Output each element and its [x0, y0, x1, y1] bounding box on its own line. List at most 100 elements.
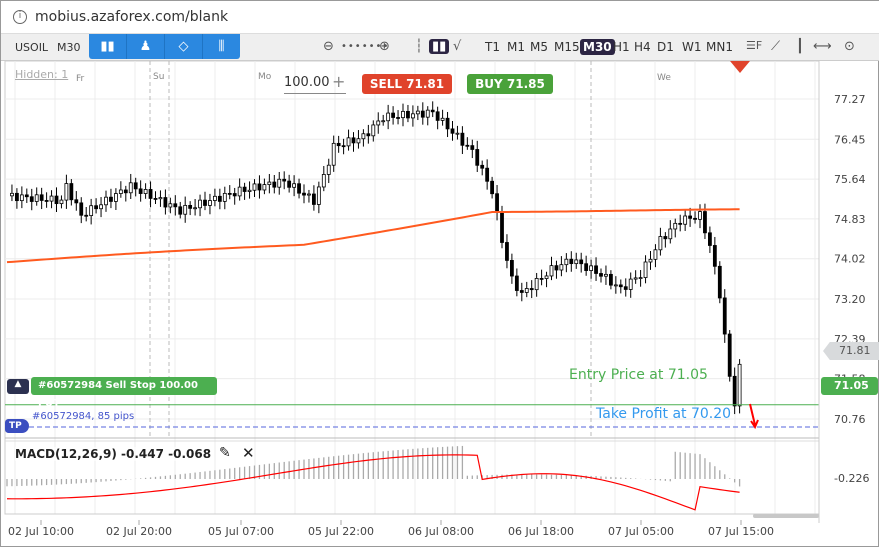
zoom-in-icon[interactable]: ⊕ — [379, 39, 390, 54]
symbol-selector[interactable]: USOIL — [15, 41, 48, 54]
candle-body — [712, 245, 717, 267]
candle-body — [222, 192, 227, 202]
price-tick: 75.64 — [834, 173, 866, 186]
buy-button[interactable]: BUY 71.85 — [467, 74, 553, 94]
candle-body — [569, 258, 574, 265]
day-label: Fr — [76, 74, 85, 84]
candle-body — [14, 192, 19, 202]
candle-body — [678, 222, 683, 225]
candle-body — [415, 110, 420, 115]
hidden-orders-link[interactable]: Hidden: 1 — [15, 68, 68, 81]
candle-body — [351, 137, 356, 144]
timeframe-m1[interactable]: M1 — [504, 39, 528, 55]
candle-body — [173, 203, 178, 208]
timeframe-h4[interactable]: H4 — [631, 39, 654, 55]
vertical-line-icon[interactable]: ┃ — [796, 39, 804, 54]
sell-button[interactable]: SELL 71.81 — [362, 74, 452, 94]
candle-body — [549, 265, 554, 277]
drawing-icon[interactable]: ◇ — [165, 34, 203, 59]
order-label[interactable]: #60572984 Sell Stop 100.00 FUT — [31, 377, 217, 409]
zoom-out-icon[interactable]: ⊖ — [323, 39, 334, 54]
timeframe-d1[interactable]: D1 — [654, 39, 677, 55]
candle-body — [247, 189, 252, 192]
candle-body — [683, 215, 688, 225]
candle-body — [29, 196, 34, 202]
tp-badge[interactable]: TP — [5, 419, 29, 433]
day-label: Su — [153, 72, 165, 82]
increase-lot-icon[interactable]: + — [332, 72, 345, 91]
candle-body — [99, 204, 103, 210]
horizontal-scrollbar[interactable] — [753, 514, 819, 518]
timeframe-m5[interactable]: M5 — [527, 39, 551, 55]
candle-body — [643, 261, 648, 278]
candle-body — [297, 183, 301, 194]
candle-body — [638, 277, 643, 279]
price-chart[interactable]: 77.2776.4575.6474.8374.0273.2072.3971.58… — [1, 61, 879, 548]
timeframe-w1[interactable]: W1 — [679, 39, 705, 55]
candle-body — [123, 189, 128, 194]
more-dropdown-icon[interactable]: ⊙ — [844, 39, 855, 54]
candle-body — [163, 197, 168, 208]
fibonacci-icon[interactable]: ☰F — [746, 39, 762, 52]
period-selector[interactable]: M30 — [57, 41, 81, 54]
candle-body — [24, 194, 29, 198]
studies-icon[interactable]: ⫼ — [203, 34, 240, 59]
address-bar[interactable]: i mobius.azaforex.com/blank — [1, 1, 879, 34]
candle-body — [698, 211, 702, 220]
candle-body — [514, 275, 519, 291]
indicator-icon[interactable]: ♟ — [127, 34, 165, 59]
candle-body — [564, 258, 569, 266]
horizontal-line-icon[interactable]: ⟷ — [813, 39, 832, 54]
candle-body — [445, 117, 450, 130]
timeframe-mn1[interactable]: MN1 — [703, 39, 736, 55]
candle-body — [703, 211, 707, 234]
candle-body — [109, 196, 113, 202]
candle-body — [59, 199, 64, 205]
candle-body — [326, 164, 331, 175]
candle-body — [10, 192, 14, 197]
candle-body — [470, 145, 475, 150]
trendline-icon[interactable]: ⟋ — [771, 39, 780, 54]
edit-indicator-icon[interactable]: ✎ — [219, 445, 231, 461]
candle-chart-icon[interactable]: ▮▮ — [429, 39, 450, 54]
candle-body — [658, 236, 663, 251]
candle-body — [495, 193, 499, 212]
take-profit-text: Take Profit at 70.20 — [596, 406, 732, 422]
timeframe-m15[interactable]: M15 — [551, 39, 583, 55]
timeframe-h1[interactable]: H1 — [610, 39, 633, 55]
candle-body — [425, 109, 430, 118]
tp-order-label: #60572984, 85 pips — [32, 411, 135, 422]
candle-body — [118, 189, 123, 194]
candle-body — [356, 138, 361, 144]
url-text: mobius.azaforex.com/blank — [35, 9, 229, 25]
candle-body — [331, 142, 336, 166]
candle-body — [366, 133, 371, 137]
timeframe-t1[interactable]: T1 — [482, 39, 503, 55]
candle-body — [509, 260, 514, 277]
candle-body — [663, 236, 668, 240]
candle-body — [599, 273, 603, 277]
candle-body — [717, 265, 722, 299]
candle-body — [307, 193, 311, 196]
line-chart-icon[interactable]: √ — [453, 39, 461, 54]
candle-body — [435, 111, 440, 121]
candle-body — [524, 288, 529, 293]
candle-body — [143, 189, 148, 194]
candle-body — [114, 193, 118, 202]
info-icon: i — [13, 10, 27, 24]
candle-body — [321, 174, 326, 188]
remove-indicator-icon[interactable]: ✕ — [242, 444, 255, 462]
candle-body — [203, 199, 207, 206]
day-label: We — [657, 73, 671, 83]
candle-body — [198, 199, 202, 209]
candle-body — [554, 265, 559, 271]
order-drag-icon[interactable]: ▲ — [7, 379, 29, 394]
candle-body — [633, 277, 638, 280]
candle-body — [193, 207, 198, 210]
chart-type-icon[interactable]: ▮▮ — [89, 34, 127, 59]
bar-chart-icon[interactable]: ┆ — [415, 39, 423, 54]
time-label: 07 Jul 15:00 — [708, 525, 774, 538]
candle-body — [410, 113, 415, 119]
candle-body — [544, 275, 549, 279]
candle-body — [613, 284, 618, 287]
